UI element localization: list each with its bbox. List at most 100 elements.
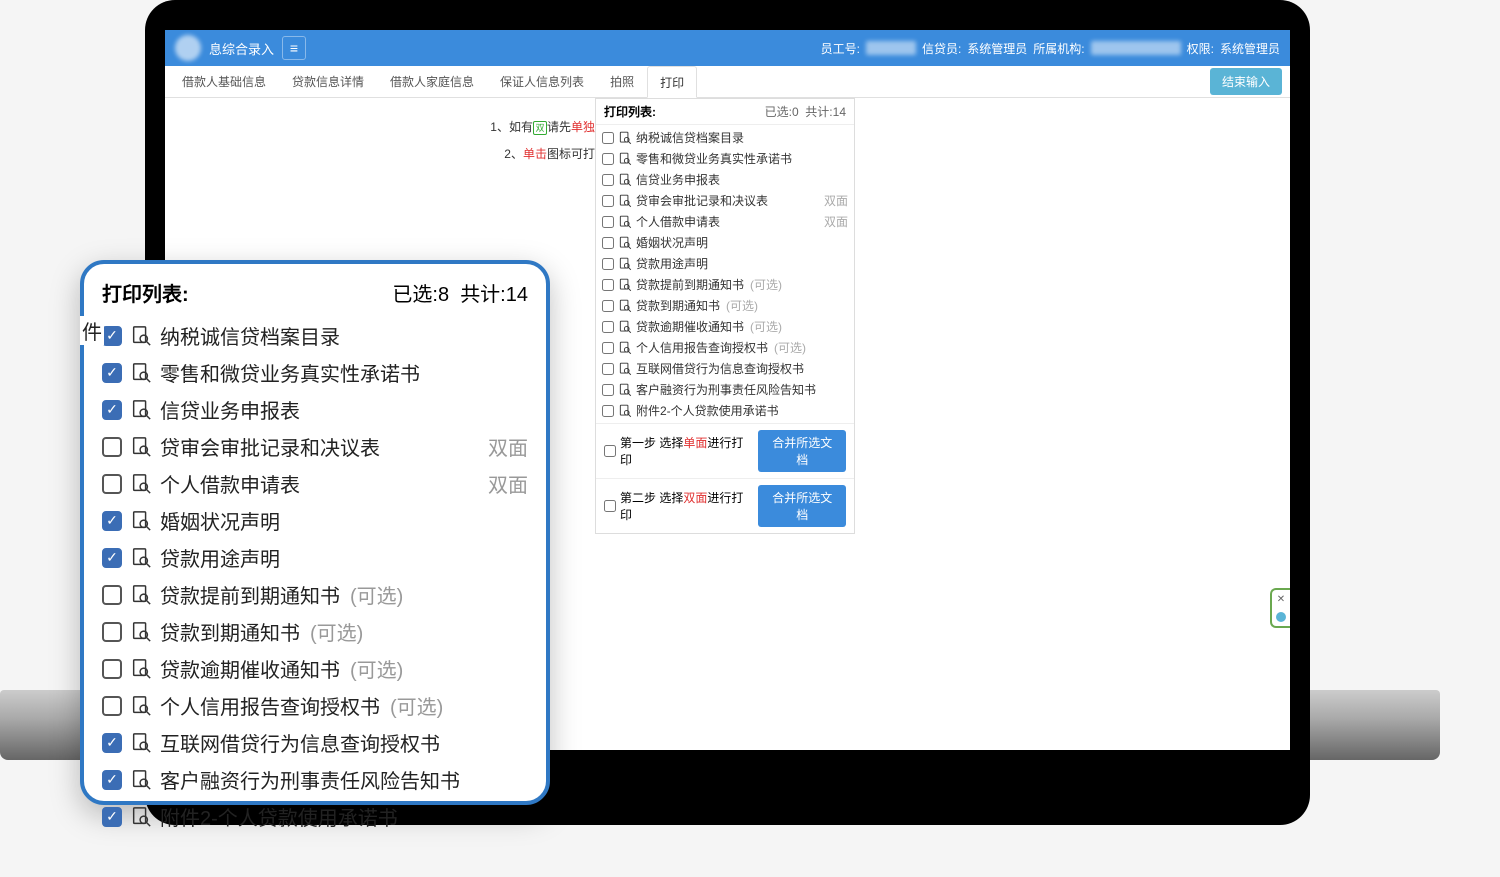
document-preview-icon[interactable] (618, 236, 632, 250)
document-preview-icon[interactable] (618, 215, 632, 229)
document-optional-tag: (可选) (750, 318, 782, 335)
popup-document-row: 纳税诚信贷档案目录 (102, 317, 528, 354)
popup-document-checkbox[interactable] (102, 807, 122, 827)
document-preview-icon[interactable] (130, 806, 152, 828)
document-preview-icon[interactable] (618, 152, 632, 166)
popup-document-name: 个人信用报告查询授权书 (160, 691, 380, 720)
merge-button-step-1[interactable]: 合并所选文档 (758, 430, 846, 472)
document-preview-icon[interactable] (130, 658, 152, 680)
merge-button-step-2[interactable]: 合并所选文档 (758, 485, 846, 527)
popup-document-checkbox[interactable] (102, 474, 122, 494)
popup-document-optional-tag: (可选) (310, 617, 363, 646)
document-checkbox[interactable] (602, 216, 614, 228)
close-icon[interactable]: ✕ (1277, 594, 1285, 605)
step-1-row: 第一步 选择单面进行打印 合并所选文档 (596, 423, 854, 478)
document-preview-icon[interactable] (618, 299, 632, 313)
document-preview-icon[interactable] (130, 473, 152, 495)
document-checkbox[interactable] (602, 174, 614, 186)
popup-document-checkbox[interactable] (102, 659, 122, 679)
float-action-icon[interactable] (1276, 612, 1286, 622)
popup-document-row: 贷款到期通知书(可选) (102, 613, 528, 650)
side-float-widget: ✕ (1270, 588, 1290, 628)
app-header: 息综合录入 ≡ 员工号: 信贷员: 系统管理员 所属机构: 权限: 系统管理员 (165, 30, 1290, 66)
document-checkbox[interactable] (602, 153, 614, 165)
popup-document-checkbox[interactable] (102, 326, 122, 346)
end-input-button[interactable]: 结束输入 (1210, 68, 1282, 95)
document-preview-icon[interactable] (130, 362, 152, 384)
document-preview-icon[interactable] (618, 362, 632, 376)
popup-document-checkbox[interactable] (102, 363, 122, 383)
popup-document-row: 贷款逾期催收通知书(可选) (102, 650, 528, 687)
document-optional-tag: (可选) (774, 339, 806, 356)
document-preview-icon[interactable] (130, 399, 152, 421)
menu-toggle-icon[interactable]: ≡ (282, 36, 306, 60)
document-checkbox[interactable] (602, 132, 614, 144)
popup-document-name: 互联网借贷行为信息查询授权书 (160, 728, 440, 757)
popup-document-checkbox[interactable] (102, 770, 122, 790)
step-1-checkbox[interactable] (604, 445, 616, 457)
popup-document-row: 贷款用途声明 (102, 539, 528, 576)
document-checkbox[interactable] (602, 363, 614, 375)
tab-item[interactable]: 拍照 (597, 66, 647, 97)
document-preview-icon[interactable] (130, 732, 152, 754)
document-checkbox[interactable] (602, 405, 614, 417)
step-2-row: 第二步 选择双面进行打印 合并所选文档 (596, 478, 854, 533)
popup-document-checkbox[interactable] (102, 733, 122, 753)
step-1-label: 第一步 选择单面进行打印 (620, 434, 754, 468)
popup-counts: 已选:8 共计:14 (392, 278, 528, 307)
role-label: 信贷员: (922, 40, 961, 57)
document-preview-icon[interactable] (618, 278, 632, 292)
document-preview-icon[interactable] (618, 383, 632, 397)
document-preview-icon[interactable] (130, 769, 152, 791)
document-row: 纳税诚信贷档案目录 (602, 127, 848, 148)
document-preview-icon[interactable] (130, 325, 152, 347)
document-checkbox[interactable] (602, 300, 614, 312)
popup-document-checkbox[interactable] (102, 548, 122, 568)
document-preview-icon[interactable] (130, 547, 152, 569)
tab-item[interactable]: 借款人家庭信息 (377, 66, 487, 97)
document-preview-icon[interactable] (618, 194, 632, 208)
document-preview-icon[interactable] (130, 584, 152, 606)
popup-document-checkbox[interactable] (102, 400, 122, 420)
popup-document-checkbox[interactable] (102, 437, 122, 457)
popup-document-name: 信贷业务申报表 (160, 395, 300, 424)
document-checkbox[interactable] (602, 384, 614, 396)
popup-document-name: 纳税诚信贷档案目录 (160, 321, 340, 350)
popup-document-name: 婚姻状况声明 (160, 506, 280, 535)
document-row: 贷审会审批记录和决议表 双面 (602, 190, 848, 211)
popup-document-duplex-note: 双面 (488, 469, 528, 498)
document-name: 个人借款申请表 (636, 213, 720, 230)
document-preview-icon[interactable] (130, 695, 152, 717)
popup-document-name: 客户融资行为刑事责任风险告知书 (160, 765, 460, 794)
document-preview-icon[interactable] (618, 320, 632, 334)
tab-item[interactable]: 借款人基础信息 (169, 66, 279, 97)
popup-document-checkbox[interactable] (102, 511, 122, 531)
document-name: 贷审会审批记录和决议表 (636, 192, 768, 209)
document-duplex-note: 双面 (824, 192, 848, 209)
popup-document-row: 贷审会审批记录和决议表双面 (102, 428, 528, 465)
document-preview-icon[interactable] (618, 341, 632, 355)
document-checkbox[interactable] (602, 237, 614, 249)
popup-document-row: 个人借款申请表双面 (102, 465, 528, 502)
document-preview-icon[interactable] (130, 621, 152, 643)
document-preview-icon[interactable] (130, 436, 152, 458)
popup-document-checkbox[interactable] (102, 585, 122, 605)
document-checkbox[interactable] (602, 279, 614, 291)
document-preview-icon[interactable] (130, 510, 152, 532)
document-preview-icon[interactable] (618, 173, 632, 187)
document-preview-icon[interactable] (618, 131, 632, 145)
document-preview-icon[interactable] (618, 404, 632, 418)
tab-item[interactable]: 保证人信息列表 (487, 66, 597, 97)
popup-document-checkbox[interactable] (102, 696, 122, 716)
tab-item[interactable]: 贷款信息详情 (279, 66, 377, 97)
document-checkbox[interactable] (602, 195, 614, 207)
org-label: 所属机构: (1033, 40, 1084, 57)
popup-document-checkbox[interactable] (102, 622, 122, 642)
tab-item[interactable]: 打印 (647, 66, 697, 98)
document-checkbox[interactable] (602, 258, 614, 270)
document-checkbox[interactable] (602, 342, 614, 354)
document-checkbox[interactable] (602, 321, 614, 333)
document-preview-icon[interactable] (618, 257, 632, 271)
popup-document-name: 贷审会审批记录和决议表 (160, 432, 380, 461)
step-2-checkbox[interactable] (604, 500, 616, 512)
